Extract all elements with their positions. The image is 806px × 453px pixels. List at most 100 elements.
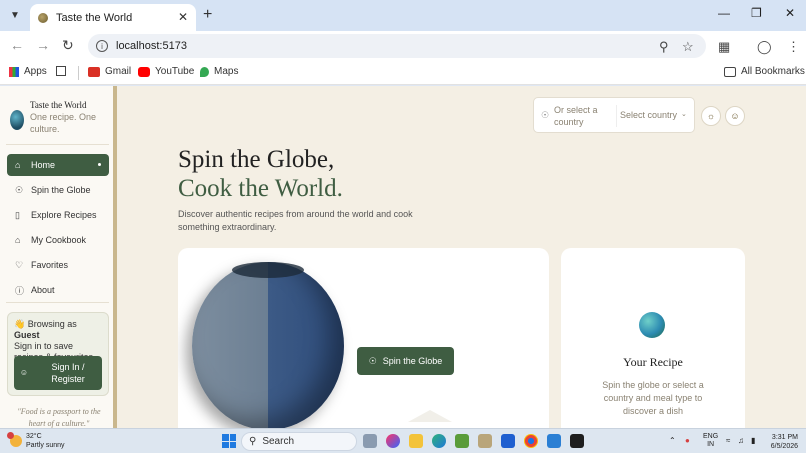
bookmark-separator: [78, 66, 79, 80]
plus-icon[interactable]: +: [203, 6, 212, 24]
globe-icon: ☉: [541, 110, 550, 120]
folder-icon: [724, 66, 736, 77]
restore-icon[interactable]: ❐: [751, 6, 762, 20]
heart-icon: ♡: [15, 259, 24, 270]
file-explorer-icon[interactable]: [409, 434, 423, 448]
globe-icon: ☉: [15, 184, 24, 195]
hero-description: Discover authentic recipes from around t…: [178, 209, 413, 232]
chevron-up-icon[interactable]: ⌃: [669, 436, 676, 445]
bookmark-gmail[interactable]: Gmail: [88, 66, 131, 77]
back-icon[interactable]: ←: [10, 37, 24, 53]
weather-widget[interactable]: 32°C Partly sunny: [7, 432, 65, 450]
favicon-icon: [38, 12, 48, 23]
minimize-icon[interactable]: —: [718, 6, 730, 20]
globe-icon: ☉: [368, 355, 377, 366]
sidebar-item-my-cookbook[interactable]: ⌂ My Cookbook: [7, 229, 109, 251]
wave-icon: 👋: [14, 319, 26, 329]
task-view-icon[interactable]: [363, 434, 377, 448]
country-selector[interactable]: ☉ Or select a country Select country ⌄: [533, 97, 695, 133]
app-icon[interactable]: [478, 434, 492, 448]
tab-strip: ▼ Taste the World ✕ + — ❐ ✕: [0, 0, 806, 31]
kebab-icon[interactable]: ⋮: [787, 39, 800, 55]
weather-icon: [7, 432, 22, 447]
bookmark-youtube[interactable]: YouTube: [138, 66, 194, 77]
site-info-icon[interactable]: i: [96, 40, 108, 52]
bookmarks-bar: Apps Gmail YouTube Maps All Bookmarks: [0, 61, 806, 85]
address-bar[interactable]: i localhost:5173: [88, 34, 706, 58]
clock[interactable]: 3:31 PM 6/5/2026: [768, 433, 798, 451]
sidebar-item-favorites[interactable]: ♡ Favorites: [7, 254, 109, 276]
tab-title: Taste the World: [56, 11, 133, 24]
close-icon[interactable]: ✕: [178, 10, 188, 24]
forward-icon[interactable]: →: [36, 37, 50, 53]
taskbar-search[interactable]: ⚲ Search: [241, 432, 357, 451]
theme-toggle-button[interactable]: ☼: [701, 106, 721, 126]
youtube-icon: [138, 66, 150, 77]
windows-start-icon[interactable]: [222, 434, 236, 448]
wifi-icon[interactable]: ≈: [726, 436, 730, 445]
reload-icon[interactable]: ↻: [62, 37, 74, 54]
recipe-description: Spin the globe or select a country and m…: [602, 380, 704, 416]
active-indicator: [98, 163, 101, 166]
url-text: localhost:5173: [116, 40, 187, 52]
apps-grid-icon: [9, 66, 19, 77]
chrome-icon[interactable]: [524, 434, 538, 448]
guest-panel: 👋 Browsing as Guest Sign in to save reci…: [7, 312, 109, 396]
vscode-icon[interactable]: [547, 434, 561, 448]
sidebar-item-home[interactable]: ⌂ Home: [7, 154, 109, 176]
language-indicator[interactable]: ENG IN: [703, 433, 718, 449]
decorative-shape: [408, 410, 452, 422]
grid-icon[interactable]: [56, 66, 66, 76]
divider: [6, 302, 109, 303]
puzzle-icon[interactable]: ▦: [718, 39, 730, 55]
temperature: 32°C: [26, 433, 42, 440]
sidebar-item-about[interactable]: ⓘ About: [7, 279, 109, 301]
edge-icon[interactable]: [432, 434, 446, 448]
earth-globe[interactable]: [192, 262, 344, 428]
volume-icon[interactable]: ♫: [738, 436, 744, 445]
bookmark-maps[interactable]: Maps: [200, 66, 238, 77]
battery-icon[interactable]: ▮: [751, 436, 755, 445]
star-icon[interactable]: ☆: [682, 39, 694, 55]
hero-line-1: Spin the Globe,: [178, 146, 335, 173]
profile-icon[interactable]: ◯: [757, 39, 772, 55]
sidebar-item-spin-the-globe[interactable]: ☉ Spin the Globe: [7, 179, 109, 201]
app-icon[interactable]: [570, 434, 584, 448]
globe-logo-icon: [10, 110, 24, 130]
sidebar: Taste the World One recipe. One culture.…: [0, 86, 117, 428]
hero-line-2: Cook the World.: [178, 175, 343, 202]
brand-tagline: One recipe. One culture.: [30, 112, 97, 134]
gmail-icon: [88, 66, 100, 77]
taskbar: 32°C Partly sunny ⚲ Search ⌃ ● ENG IN ≈ …: [0, 428, 806, 453]
globe-card: ☉ Spin the Globe: [178, 248, 549, 428]
maps-pin-icon: [200, 66, 209, 77]
spin-the-globe-button[interactable]: ☉ Spin the Globe: [357, 347, 454, 375]
antivirus-icon[interactable]: ●: [685, 436, 690, 445]
recipe-title: Your Recipe: [623, 355, 683, 369]
store-icon[interactable]: [455, 434, 469, 448]
window-close-icon[interactable]: ✕: [785, 6, 795, 20]
sidebar-item-explore-recipes[interactable]: ▯ Explore Recipes: [7, 204, 109, 226]
user-icon: ☺: [19, 368, 29, 377]
sidebar-quote: "Food is a passport to the heart of a cu…: [17, 407, 101, 428]
user-icon: ☺: [730, 111, 740, 121]
country-hint: Or select a country: [554, 105, 598, 127]
all-bookmarks[interactable]: All Bookmarks: [724, 66, 805, 77]
country-select[interactable]: Select country: [620, 110, 677, 120]
browser-toolbar: ← → ↻ i localhost:5173 ⚲ ☆ ▦ ◯ ⋮: [0, 31, 806, 61]
sign-in-button[interactable]: ☺ Sign In / Register: [14, 356, 102, 390]
hero-title: Spin the Globe, Cook the World.: [178, 145, 343, 203]
magnifier-icon[interactable]: ⚲: [659, 39, 669, 55]
browser-tab[interactable]: Taste the World ✕: [30, 4, 196, 31]
sun-icon: ☼: [706, 111, 716, 121]
profile-button[interactable]: ☺: [725, 106, 745, 126]
earth-icon: [639, 312, 665, 338]
dropbox-icon[interactable]: [501, 434, 515, 448]
brand-title: Taste the World: [30, 100, 87, 110]
copilot-icon[interactable]: [386, 434, 400, 448]
main-content: ☉ Or select a country Select country ⌄ ☼…: [121, 86, 806, 428]
chevron-down-icon[interactable]: ▼: [6, 6, 24, 24]
info-icon: ⓘ: [15, 285, 25, 296]
bookmark-apps[interactable]: Apps: [9, 66, 47, 77]
chevron-down-icon: ⌄: [681, 111, 687, 118]
